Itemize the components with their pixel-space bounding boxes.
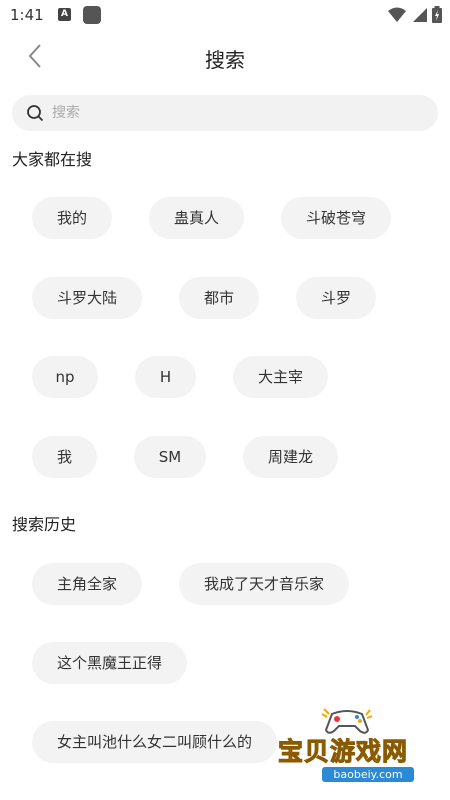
watermark-url: baobeiy.com: [322, 767, 414, 782]
status-bar: 1:41 A: [0, 0, 450, 30]
hot-search-chip[interactable]: 都市: [179, 277, 259, 319]
hot-search-chip[interactable]: SM: [134, 436, 206, 478]
hot-search-chip[interactable]: 蛊真人: [149, 197, 244, 239]
search-history-title: 搜索历史: [12, 515, 77, 534]
status-time: 1:41: [10, 6, 44, 24]
app-notification-icon: [83, 6, 101, 24]
history-chip[interactable]: 这个黑魔王正得: [32, 642, 187, 684]
hot-search-chip[interactable]: H: [135, 356, 196, 398]
battery-icon: [432, 6, 442, 23]
hot-search-chip[interactable]: 我的: [32, 197, 112, 239]
nav-bar: 搜索: [0, 36, 450, 76]
search-input[interactable]: [52, 95, 422, 131]
history-chip[interactable]: 主角全家: [32, 563, 142, 605]
search-icon: [27, 105, 44, 122]
wifi-icon: [388, 7, 406, 22]
page-title: 搜索: [205, 48, 245, 72]
hot-search-chip[interactable]: np: [32, 356, 98, 398]
history-chip[interactable]: 我成了天才音乐家: [179, 563, 349, 605]
watermark-logo: 宝贝游戏网 baobeiy.com: [272, 706, 442, 796]
hot-search-title: 大家都在搜: [12, 150, 93, 169]
signal-icon: [413, 7, 427, 22]
hot-search-chip[interactable]: 斗破苍穹: [281, 197, 391, 239]
status-icons: [388, 6, 442, 23]
hot-search-chip[interactable]: 斗罗大陆: [32, 277, 142, 319]
history-chip[interactable]: 女主叫池什么女二叫顾什么的: [32, 721, 277, 763]
search-bar[interactable]: [12, 95, 438, 131]
hot-search-chip[interactable]: 斗罗: [296, 277, 376, 319]
watermark-text: 宝贝游戏网: [277, 737, 409, 767]
hot-search-chip[interactable]: 周建龙: [243, 436, 338, 478]
notification-icon: A: [58, 8, 71, 21]
hot-search-chip[interactable]: 大主宰: [233, 356, 328, 398]
hot-search-chip[interactable]: 我: [32, 436, 97, 478]
